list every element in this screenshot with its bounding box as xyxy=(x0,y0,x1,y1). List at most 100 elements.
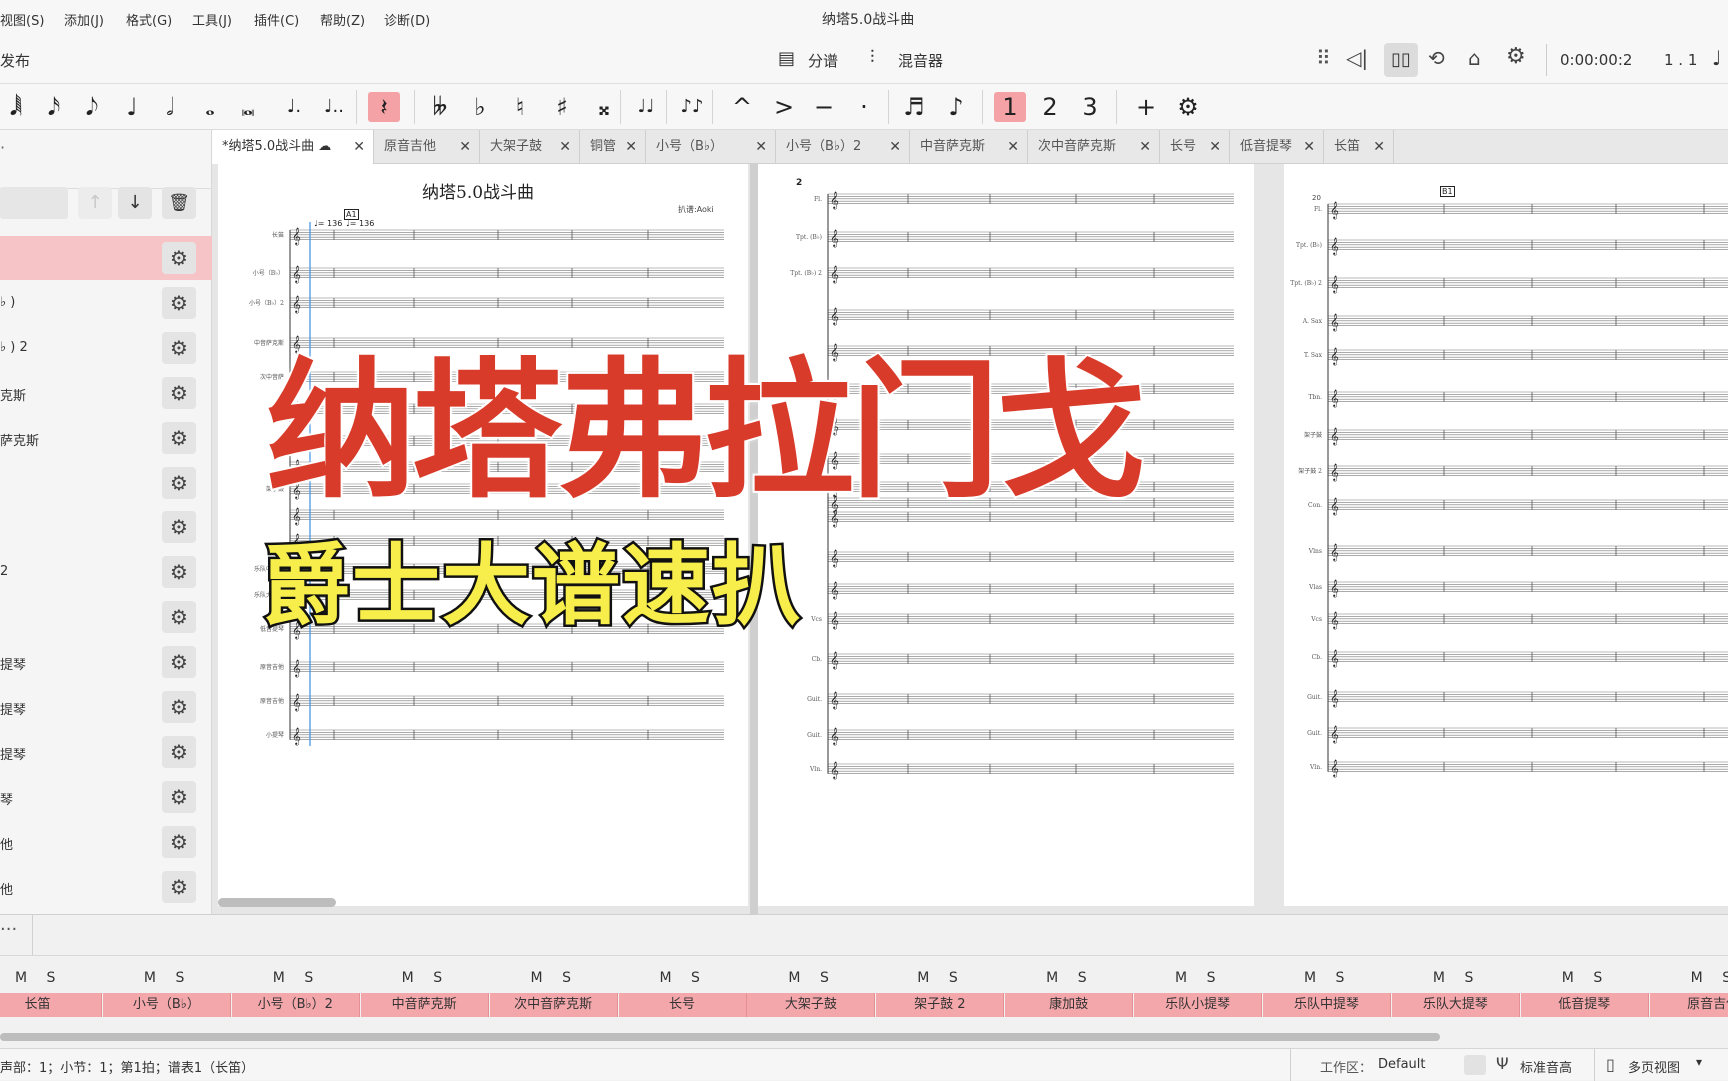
mute-button[interactable]: M xyxy=(268,967,290,989)
mixer-channel-label[interactable]: 长号 xyxy=(618,993,747,1017)
instrument-settings-icon[interactable]: ⚙ xyxy=(162,511,196,544)
mixer-button[interactable]: 混音器 xyxy=(898,50,943,71)
tenuto-icon[interactable]: − xyxy=(808,92,840,122)
tab-8[interactable]: 长号 ✕ xyxy=(1160,130,1230,164)
mute-button[interactable]: M xyxy=(912,967,934,989)
mixer-channel-label[interactable]: 长笛 xyxy=(0,993,102,1017)
close-icon[interactable]: ✕ xyxy=(559,130,571,164)
slur-icon[interactable]: ♪♪ xyxy=(676,92,708,122)
instrument-settings-icon[interactable]: ⚙ xyxy=(162,421,196,454)
mixer-channel-label[interactable]: 小号（B♭） xyxy=(102,993,231,1017)
close-icon[interactable]: ✕ xyxy=(1209,130,1221,164)
mixer-channel-label[interactable]: 乐队大提琴 xyxy=(1391,993,1520,1017)
instrument-row[interactable]: 提琴 ⚙ xyxy=(0,730,212,774)
mixer-channel-label[interactable]: 原音吉他 xyxy=(1649,993,1728,1017)
close-icon[interactable]: ✕ xyxy=(1007,130,1019,164)
whole-note-icon[interactable]: 𝅝 xyxy=(194,92,226,122)
solo-button[interactable]: S xyxy=(427,967,449,989)
mute-button[interactable]: M xyxy=(1299,967,1321,989)
instrument-settings-icon[interactable]: ⚙ xyxy=(162,646,196,679)
mixer-channel-label[interactable]: 中音萨克斯 xyxy=(360,993,489,1017)
mute-button[interactable]: M xyxy=(397,967,419,989)
close-icon[interactable]: ✕ xyxy=(1139,130,1151,164)
view-mode-select[interactable]: 多页视图 xyxy=(1628,1057,1680,1076)
mute-button[interactable]: M xyxy=(10,967,32,989)
double-dotted-note-icon[interactable]: ♩.. xyxy=(318,92,350,122)
parts-button[interactable]: 分谱 xyxy=(808,50,838,71)
solo-button[interactable]: S xyxy=(169,967,191,989)
mixer-channel-label[interactable]: 次中音萨克斯 xyxy=(489,993,618,1017)
mute-button[interactable]: M xyxy=(1041,967,1063,989)
instrument-search-input[interactable] xyxy=(0,187,68,219)
mute-button[interactable]: M xyxy=(1557,967,1579,989)
mixer-channel-label[interactable]: 小号（B♭）2 xyxy=(231,993,360,1017)
menu-add[interactable]: 添加(J) xyxy=(64,10,104,29)
toolbar-settings-icon[interactable]: ⚙ xyxy=(1172,92,1204,122)
instrument-settings-icon[interactable]: ⚙ xyxy=(162,825,196,858)
sixteenth-note-icon[interactable]: 𝅘𝅥𝅯 xyxy=(38,92,70,122)
voice-2-icon[interactable]: 2 xyxy=(1034,92,1066,122)
tab-7[interactable]: 次中音萨克斯 ✕ xyxy=(1028,130,1160,164)
rewind-icon[interactable]: ◁| xyxy=(1346,46,1368,70)
instrument-row[interactable]: ♭ ) ⚙ xyxy=(0,281,212,325)
move-down-icon[interactable]: ↓ xyxy=(118,187,152,219)
instrument-settings-icon[interactable]: ⚙ xyxy=(162,780,196,813)
solo-button[interactable]: S xyxy=(1458,967,1480,989)
instrument-settings-icon[interactable]: ⚙ xyxy=(162,466,196,499)
instrument-settings-icon[interactable]: ⚙ xyxy=(162,286,196,319)
menu-help[interactable]: 帮助(Z) xyxy=(320,10,365,29)
instrument-row[interactable]: 萨克斯 ⚙ xyxy=(0,416,212,460)
solo-button[interactable]: S xyxy=(813,967,835,989)
menu-diagnostics[interactable]: 诊断(D) xyxy=(384,10,430,29)
metronome-icon[interactable]: ⌂ xyxy=(1468,46,1481,70)
flip-icon[interactable]: ♪ xyxy=(940,92,972,122)
sixtyfourth-note-icon[interactable]: 𝅘𝅥𝅲 xyxy=(0,92,32,122)
solo-button[interactable]: S xyxy=(1587,967,1609,989)
add-icon[interactable]: + xyxy=(1130,92,1162,122)
delete-icon[interactable]: 🗑 xyxy=(162,187,196,219)
instrument-settings-icon[interactable]: ⚙ xyxy=(162,242,196,274)
horizontal-scrollbar[interactable] xyxy=(218,898,336,907)
menu-plugins[interactable]: 插件(C) xyxy=(254,10,299,29)
menu-format[interactable]: 格式(G) xyxy=(126,10,172,29)
close-icon[interactable]: ✕ xyxy=(625,130,637,164)
instrument-row[interactable]: 琴 ⚙ xyxy=(0,775,212,819)
double-sharp-icon[interactable]: 𝄪 xyxy=(588,92,620,122)
breve-icon[interactable]: 𝅜 xyxy=(232,92,264,122)
instrument-row[interactable]: 他 ⚙ xyxy=(0,865,212,909)
close-icon[interactable]: ✕ xyxy=(755,130,767,164)
eighth-note-icon[interactable]: 𝅘𝅥𝅮 xyxy=(76,92,108,122)
instrument-row[interactable]: ⚙ xyxy=(0,461,212,505)
mixer-channel-label[interactable]: 低音提琴 xyxy=(1520,993,1649,1017)
tab-6[interactable]: 中音萨克斯 ✕ xyxy=(910,130,1028,164)
staccato-icon[interactable]: · xyxy=(848,92,880,122)
instrument-settings-icon[interactable]: ⚙ xyxy=(162,331,196,364)
sharp-icon[interactable]: ♯ xyxy=(546,92,578,122)
close-icon[interactable]: ✕ xyxy=(889,130,901,164)
menu-tools[interactable]: 工具(J) xyxy=(192,10,232,29)
mute-button[interactable]: M xyxy=(1428,967,1450,989)
tab-10[interactable]: 长笛 ✕ xyxy=(1324,130,1394,164)
close-icon[interactable]: ✕ xyxy=(1303,130,1315,164)
solo-button[interactable]: S xyxy=(1329,967,1351,989)
tab-9[interactable]: 低音提琴 ✕ xyxy=(1230,130,1324,164)
solo-button[interactable]: S xyxy=(556,967,578,989)
tab-1[interactable]: 原音吉他 ✕ xyxy=(374,130,480,164)
mute-button[interactable]: M xyxy=(783,967,805,989)
natural-icon[interactable]: ♮ xyxy=(504,92,536,122)
solo-button[interactable]: S xyxy=(298,967,320,989)
mute-button[interactable]: M xyxy=(526,967,548,989)
double-flat-icon[interactable]: 𝄫 xyxy=(424,92,456,122)
marcato-icon[interactable]: ^ xyxy=(726,92,758,122)
instrument-row[interactable]: 他 ⚙ xyxy=(0,820,212,864)
instrument-settings-icon[interactable]: ⚙ xyxy=(162,376,196,409)
tab-2[interactable]: 大架子鼓 ✕ xyxy=(480,130,580,164)
mute-button[interactable]: M xyxy=(655,967,677,989)
mixer-channel-label[interactable]: 乐队小提琴 xyxy=(1134,993,1263,1017)
tab-3[interactable]: 铜管 ✕ xyxy=(580,130,646,164)
mixer-channel-label[interactable]: 大架子鼓 xyxy=(747,993,876,1017)
chevron-down-icon[interactable]: ▾ xyxy=(1696,1055,1702,1069)
instrument-settings-icon[interactable]: ⚙ xyxy=(162,601,196,634)
solo-button[interactable]: S xyxy=(1200,967,1222,989)
close-icon[interactable]: ✕ xyxy=(459,130,471,164)
